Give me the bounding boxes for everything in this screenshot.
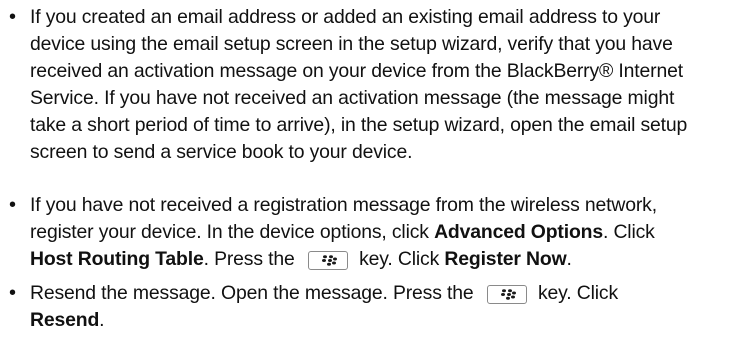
text-line: If you have not received a registration … (30, 194, 657, 216)
text-run: key. Click (532, 282, 619, 304)
text-line: received an activation message on your d… (30, 60, 683, 82)
blackberry-menu-key-icon (307, 251, 348, 270)
text-line: If you created an email address or added… (30, 6, 661, 28)
bullet: • (9, 6, 17, 28)
resend-label: Resend (30, 309, 100, 331)
bullet: • (9, 194, 17, 216)
text-line: Host Routing Table. Press the key. Click… (30, 246, 730, 273)
text-run: key. Click (353, 248, 445, 270)
document-page: • If you created an email address or add… (0, 0, 733, 339)
text-run: . (99, 309, 105, 331)
text-run: . (566, 248, 572, 270)
text-line: Service. If you have not received an act… (30, 87, 675, 109)
text-line: register your device. In the device opti… (30, 219, 730, 246)
text-line: screen to send a service book to your de… (30, 141, 413, 163)
text-run: . Press the (203, 248, 300, 270)
bullet: • (9, 282, 17, 304)
text-run: Resend the message. Open the message. Pr… (30, 282, 479, 304)
text-line: device using the email setup screen in t… (30, 33, 673, 55)
register-now-label: Register Now (444, 248, 567, 270)
text-line: Resend the message. Open the message. Pr… (30, 280, 730, 307)
text-run: . Click (602, 221, 655, 243)
text-line: take a short period of time to arrive), … (30, 114, 688, 136)
advanced-options-label: Advanced Options (434, 221, 603, 243)
host-routing-table-label: Host Routing Table (30, 248, 204, 270)
text-run: register your device. In the device opti… (30, 221, 435, 243)
text-line: Resend. (30, 307, 730, 334)
blackberry-menu-key-icon (486, 285, 527, 304)
